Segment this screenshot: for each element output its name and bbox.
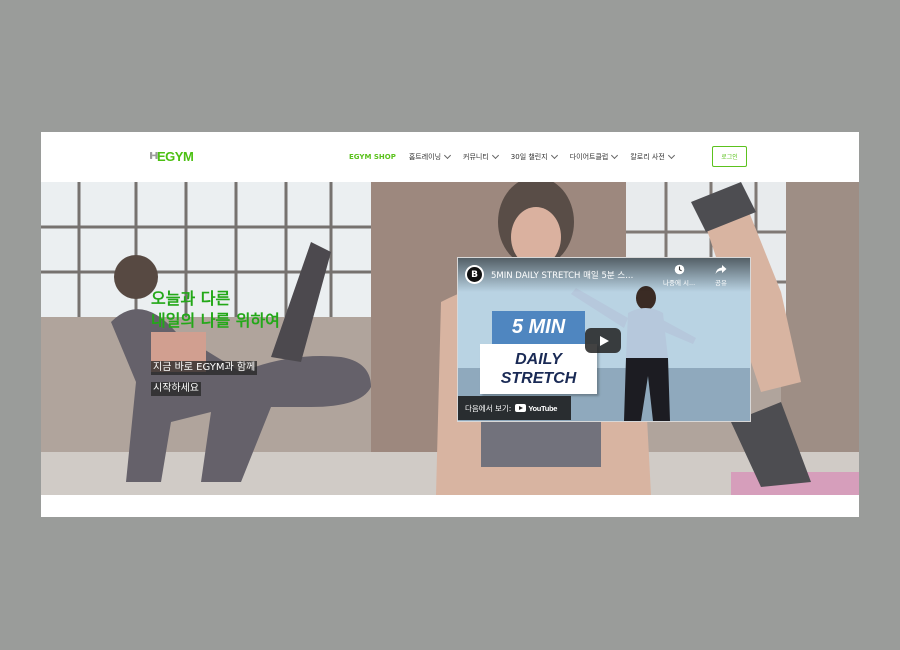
- video-title[interactable]: 5MIN DAILY STRETCH 매일 5분 스...: [491, 269, 633, 281]
- nav-label: 30일 챌린지: [510, 153, 548, 161]
- web-page: EGYM EGYM SHOP 홈트레이닝 커뮤니티 30일 챌린지 다이어트클럽: [41, 132, 859, 517]
- nav-label: 칼로리 사전: [630, 153, 665, 161]
- subtext-line-2: 시작하세요: [151, 382, 201, 396]
- nav-label: 다이어트클럽: [569, 153, 609, 161]
- thumbnail-text-daily: DAILY: [515, 351, 562, 368]
- share-label: 공유: [715, 279, 727, 287]
- chevron-down-icon: [550, 151, 558, 160]
- chevron-down-icon: [491, 151, 499, 160]
- youtube-video-embed[interactable]: B 5MIN DAILY STRETCH 매일 5분 스... 나중에 시...…: [457, 257, 751, 422]
- channel-avatar-letter: B: [467, 267, 482, 282]
- site-header: EGYM EGYM SHOP 홈트레이닝 커뮤니티 30일 챌린지 다이어트클럽: [41, 132, 859, 182]
- nav-item-diet-club[interactable]: 다이어트클럽: [569, 151, 619, 162]
- nav-item-calorie-dictionary[interactable]: 칼로리 사전: [630, 151, 675, 162]
- watch-later-label: 나중에 시...: [663, 279, 696, 287]
- play-icon: [599, 335, 609, 346]
- thumbnail-text-daily-stretch: DAILY STRETCH: [480, 344, 597, 394]
- thumbnail-text-5min: 5 MIN: [492, 311, 585, 344]
- youtube-word: YouTube: [528, 403, 558, 413]
- headline-line-2: 내일의 나를 위하여: [151, 311, 280, 330]
- hero-banner: 오늘과 다른 내일의 나를 위하여 지금 바로 EGYM과 함께 시작하세요 B: [41, 182, 859, 495]
- nav-item-home-training[interactable]: 홈트레이닝: [408, 151, 452, 162]
- nav-label: EGYM SHOP: [349, 153, 396, 161]
- logo-text: EGYM: [157, 148, 194, 164]
- main-nav: EGYM SHOP 홈트레이닝 커뮤니티 30일 챌린지 다이어트클럽 칼로리 …: [349, 151, 687, 162]
- nav-item-egym-shop[interactable]: EGYM SHOP: [349, 153, 396, 161]
- share-button[interactable]: 공유: [715, 264, 727, 287]
- nav-item-community[interactable]: 커뮤니티: [463, 151, 499, 162]
- subtext-line-1: 지금 바로 EGYM과 함께: [151, 361, 258, 375]
- nav-label: 홈트레이닝: [408, 153, 442, 161]
- share-arrow-icon: [715, 265, 727, 274]
- site-logo[interactable]: EGYM: [149, 146, 194, 166]
- play-button[interactable]: [585, 328, 621, 353]
- chevron-down-icon: [443, 151, 452, 160]
- chevron-down-icon: [611, 151, 619, 160]
- clock-icon: [674, 264, 684, 275]
- headline-line-1: 오늘과 다른: [151, 289, 231, 308]
- hero-headline: 오늘과 다른 내일의 나를 위하여: [151, 288, 280, 332]
- watch-on-youtube-button[interactable]: 다음에서 보기: YouTube: [458, 396, 571, 420]
- watch-on-label: 다음에서 보기:: [465, 403, 512, 413]
- chevron-down-icon: [667, 151, 675, 160]
- channel-avatar[interactable]: B: [465, 265, 484, 284]
- nav-label: 커뮤니티: [463, 153, 489, 161]
- youtube-logo-icon: YouTube: [515, 404, 557, 413]
- nav-item-30day-challenge[interactable]: 30일 챌린지: [510, 151, 558, 162]
- login-button[interactable]: 로그인: [712, 146, 747, 167]
- hero-subtext: 지금 바로 EGYM과 함께 시작하세요: [151, 355, 258, 397]
- watch-later-button[interactable]: 나중에 시...: [663, 264, 695, 287]
- thumbnail-text-stretch: STRETCH: [500, 370, 577, 387]
